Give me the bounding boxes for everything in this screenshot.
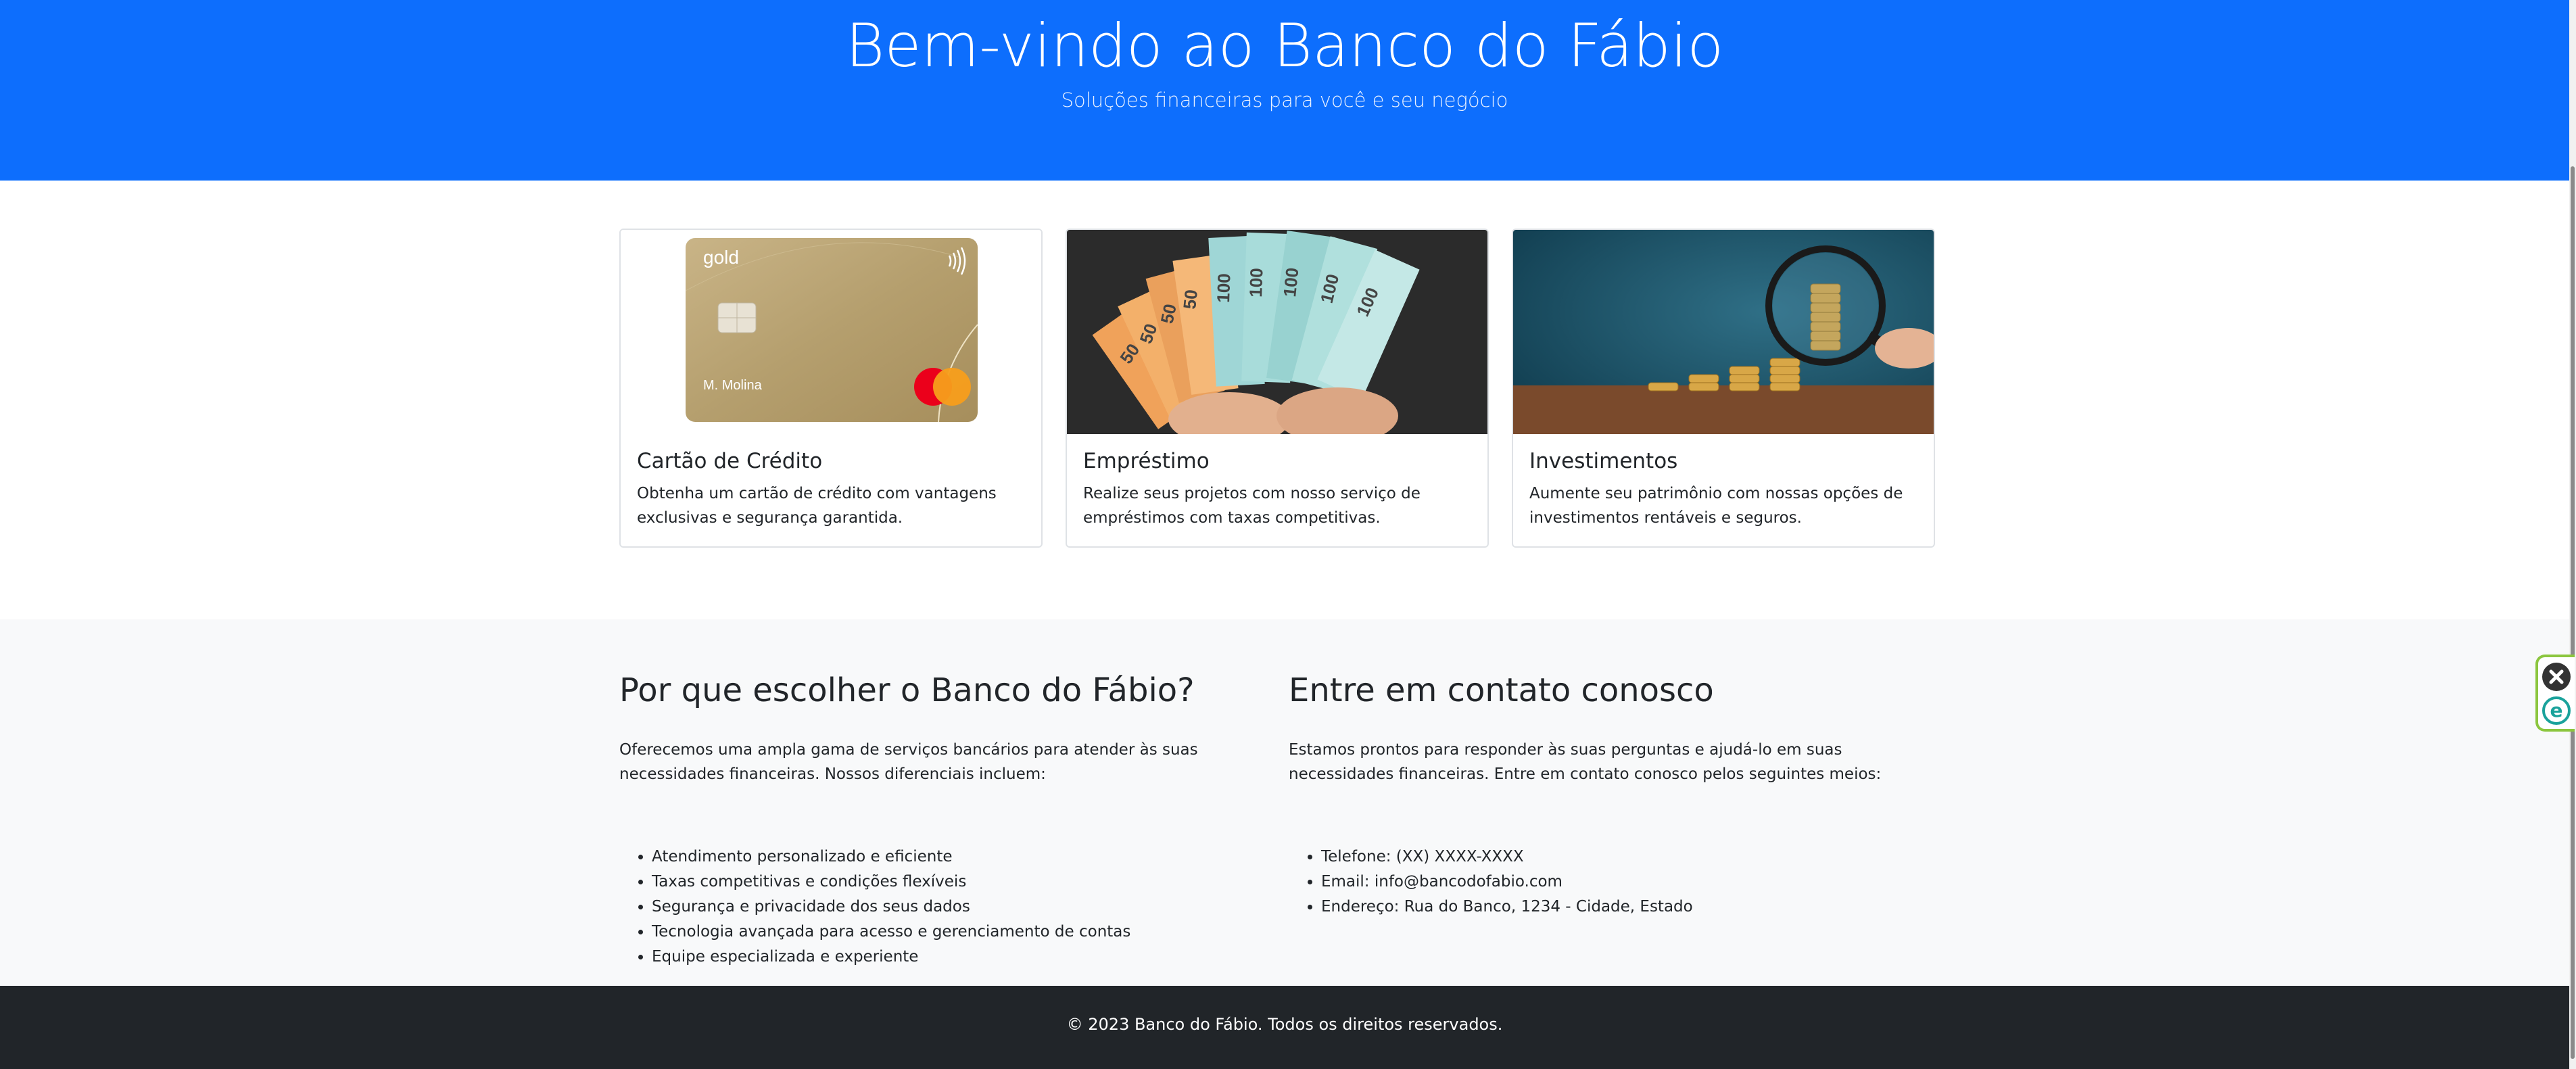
info-section: Por que escolher o Banco do Fábio? Ofere… xyxy=(0,619,2569,986)
why-list: Atendimento personalizado e eficiente Ta… xyxy=(619,845,1130,970)
banknote-value: 100 xyxy=(1279,266,1302,298)
card-title: Cartão de Crédito xyxy=(637,449,823,473)
page-subtitle: Soluções financeiras para você e seu neg… xyxy=(1061,89,1508,112)
service-card-credit: gold M. Molina Cartão de Crédito Obtenha… xyxy=(619,229,1043,548)
banknote-value: 100 xyxy=(1245,268,1266,298)
list-item: Tecnologia avançada para acesso e gerenc… xyxy=(652,920,1130,945)
banknote-value: 50 xyxy=(1179,289,1201,310)
banknotes-image: 50 50 50 50 100 100 100 100 100 xyxy=(1067,230,1487,434)
card-holder-name: M. Molina xyxy=(703,378,763,393)
contact-heading: Entre em contato conosco xyxy=(1289,671,1714,709)
contact-address: Endereço: Rua do Banco, 1234 - Cidade, E… xyxy=(1321,895,1693,920)
list-item: Taxas competitivas e condições flexíveis xyxy=(652,870,1130,895)
hero-banner: Bem-vindo ao Banco do Fábio Soluções fin… xyxy=(0,0,2569,181)
extension-letter: e xyxy=(2550,699,2563,721)
card-text: Realize seus projetos com nosso serviço … xyxy=(1083,485,1421,527)
coins-magnifier-image xyxy=(1513,230,1934,434)
banknote-value: 50 xyxy=(1157,302,1180,326)
service-card-loan: 50 50 50 50 100 100 100 100 100 Emprésti… xyxy=(1066,229,1489,548)
card-title: Investimentos xyxy=(1529,449,1678,473)
why-choose-column: Por que escolher o Banco do Fábio? Ofere… xyxy=(619,670,1255,966)
footer: © 2023 Banco do Fábio. Todos os direitos… xyxy=(0,986,2569,1069)
scrollbar-thumb[interactable] xyxy=(2571,166,2575,1059)
extension-e-icon[interactable]: e xyxy=(2542,696,2571,725)
contact-phone: Telefone: (XX) XXXX-XXXX xyxy=(1321,845,1693,870)
contact-column: Entre em contato conosco Estamos prontos… xyxy=(1289,670,1924,916)
extension-widget: e xyxy=(2535,655,2575,732)
list-item: Atendimento personalizado e eficiente xyxy=(652,845,1130,870)
services-section: gold M. Molina Cartão de Crédito Obtenha… xyxy=(619,229,1935,548)
close-icon[interactable] xyxy=(2542,663,2571,691)
card-text: Aumente seu patrimônio com nossas opções… xyxy=(1529,485,1903,527)
scrollbar[interactable] xyxy=(2569,0,2576,1069)
why-heading: Por que escolher o Banco do Fábio? xyxy=(619,671,1195,709)
page-title: Bem-vindo ao Banco do Fábio xyxy=(845,11,1724,80)
contact-email: Email: info@bancodofabio.com xyxy=(1321,870,1693,895)
banknote-value: 100 xyxy=(1213,273,1234,303)
contact-list: Telefone: (XX) XXXX-XXXX Email: info@ban… xyxy=(1289,845,1693,920)
card-brand-label: gold xyxy=(703,247,739,268)
why-intro: Oferecemos uma ampla gama de serviços ba… xyxy=(619,741,1198,783)
footer-copyright: © 2023 Banco do Fábio. Todos os direitos… xyxy=(1066,1015,1503,1034)
list-item: Segurança e privacidade dos seus dados xyxy=(652,895,1130,920)
card-text: Obtenha um cartão de crédito com vantage… xyxy=(637,485,997,527)
list-item: Equipe especializada e experiente xyxy=(652,945,1130,970)
service-card-investments: Investimentos Aumente seu patrimônio com… xyxy=(1512,229,1935,548)
credit-card-image: gold M. Molina xyxy=(621,230,1041,434)
contact-intro: Estamos prontos para responder às suas p… xyxy=(1289,741,1882,783)
card-title: Empréstimo xyxy=(1083,449,1210,473)
